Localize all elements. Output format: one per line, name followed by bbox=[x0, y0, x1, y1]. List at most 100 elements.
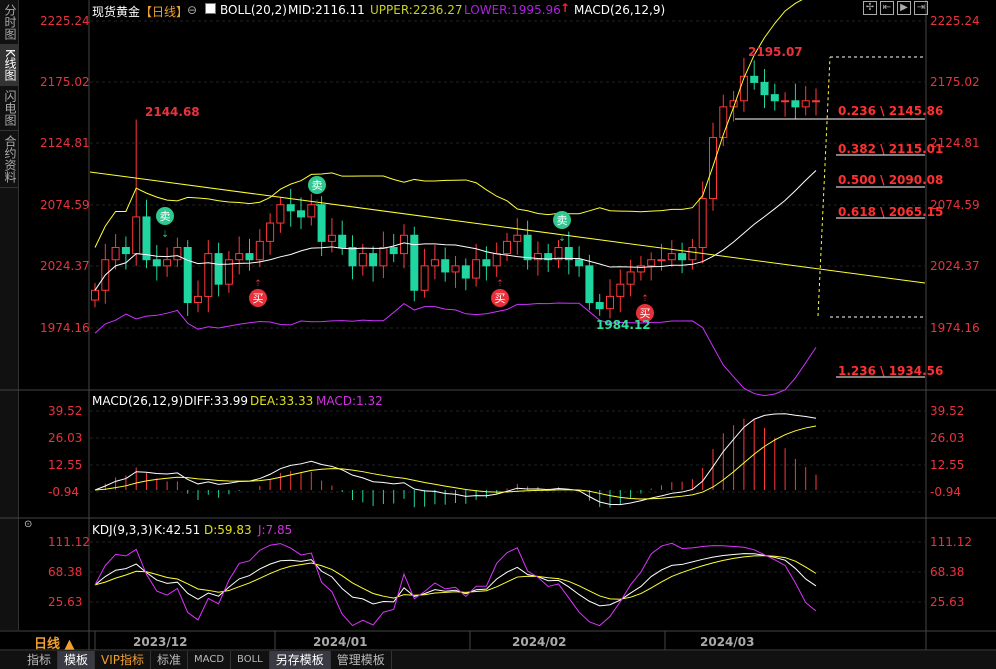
candle-up bbox=[266, 222, 275, 242]
macd-axis-label-right: -0.94 bbox=[930, 485, 962, 499]
tab-manage-templates[interactable]: 管理模板 bbox=[331, 651, 392, 669]
candle-up bbox=[173, 246, 182, 261]
candle-down bbox=[585, 265, 594, 304]
candle-up bbox=[327, 234, 336, 242]
boll-upper: UPPER:2236.27 bbox=[370, 3, 463, 17]
candle-up bbox=[358, 253, 367, 267]
candle-up bbox=[132, 216, 141, 255]
signal-arrow-icon: ⇣ bbox=[558, 234, 566, 244]
candle-up bbox=[224, 259, 233, 285]
candle-up bbox=[657, 259, 666, 262]
bottom-toolbar: 指标 模板 VIP指标 标准 MACD BOLL 另存模板 管理模板 bbox=[0, 651, 996, 669]
tab-standard[interactable]: 标准 bbox=[151, 651, 189, 669]
candle-down bbox=[142, 216, 151, 261]
kdj-d: D:59.83 bbox=[204, 523, 252, 537]
candle-down bbox=[183, 246, 192, 304]
tab-macd[interactable]: MACD bbox=[188, 651, 232, 669]
play-icon[interactable]: ▶ bbox=[897, 1, 911, 15]
candle-up bbox=[163, 259, 172, 267]
price-axis-label-left: 2024.37 bbox=[40, 259, 90, 273]
candle-up bbox=[420, 265, 429, 291]
macd-axis-label-left: 39.52 bbox=[48, 404, 83, 418]
kdj-d-line bbox=[94, 555, 817, 600]
instrument-title: 现货黄金 bbox=[92, 5, 141, 19]
candle-up bbox=[688, 246, 697, 261]
candle-down bbox=[441, 259, 450, 273]
candle-up bbox=[503, 240, 511, 255]
zoom-in-icon[interactable]: ⇤ bbox=[880, 1, 894, 15]
candle-up bbox=[719, 106, 728, 138]
sell-signal-label: 卖 bbox=[557, 214, 568, 227]
candle-down bbox=[317, 204, 326, 242]
macd-dea: DEA:33.33 bbox=[250, 394, 314, 408]
candle-down bbox=[214, 253, 223, 285]
candle-up bbox=[255, 240, 264, 261]
move-right-icon[interactable]: ⇥ bbox=[914, 1, 928, 15]
candle-down bbox=[121, 246, 130, 255]
crosshair-icon[interactable]: ✢ bbox=[863, 1, 877, 15]
tab-boll[interactable]: BOLL bbox=[231, 651, 270, 669]
candle-up bbox=[379, 246, 388, 267]
price-axis-label-right: 2175.02 bbox=[930, 75, 980, 89]
candle-up bbox=[709, 136, 717, 200]
kdj-axis-label-left: 25.63 bbox=[48, 595, 83, 609]
arrow-up-icon: ↑ bbox=[560, 1, 571, 15]
signal-arrow-icon: ⇣ bbox=[313, 199, 321, 209]
tab-indicators[interactable]: 指标 bbox=[0, 651, 59, 669]
buy-signal-label: 买 bbox=[253, 292, 264, 305]
candle-up bbox=[781, 100, 790, 103]
macd-axis-label-right: 12.55 bbox=[930, 458, 965, 472]
price-axis-label-left: 2074.59 bbox=[40, 198, 90, 212]
candle-up bbox=[812, 100, 820, 103]
period-selector[interactable]: 日线 ▲ bbox=[20, 633, 90, 652]
candle-up bbox=[739, 75, 748, 102]
candle-down bbox=[461, 265, 470, 279]
date-label: 2023/12 bbox=[133, 635, 188, 649]
macd-value: MACD:1.32 bbox=[316, 394, 383, 408]
candle-down bbox=[389, 246, 398, 255]
candle-down bbox=[564, 246, 573, 261]
candle-down bbox=[410, 234, 419, 291]
chart-icon[interactable] bbox=[205, 3, 216, 14]
candle-up bbox=[513, 234, 522, 242]
chart-canvas[interactable]: 卖⇣卖⇣卖⇣买⇡买⇡买⇡ bbox=[0, 0, 996, 669]
candle-down bbox=[595, 302, 604, 310]
tab-templates[interactable]: 模板 bbox=[58, 651, 96, 669]
tab-vip-indicators[interactable]: VIP指标 bbox=[95, 651, 152, 669]
candle-up bbox=[400, 234, 408, 255]
candle-down bbox=[286, 204, 295, 212]
boll-upper-line bbox=[94, 0, 803, 248]
candle-down bbox=[297, 210, 305, 218]
boll-lower-line bbox=[94, 302, 817, 397]
fib-level-0500: 0.500 \ 2090.08 bbox=[838, 173, 944, 187]
candle-up bbox=[667, 253, 676, 261]
candle-up bbox=[430, 259, 439, 267]
candle-up bbox=[194, 295, 202, 304]
signal-arrow-icon: ⇣ bbox=[161, 230, 169, 240]
macd-label: MACD(26,12,9) bbox=[574, 3, 666, 17]
target-icon[interactable]: ⊙ bbox=[24, 519, 32, 530]
candle-up bbox=[616, 283, 625, 297]
candle-up bbox=[204, 253, 213, 297]
macd-dea-line bbox=[94, 425, 817, 500]
kdj-panel-title: KDJ(9,3,3) bbox=[92, 523, 153, 537]
signal-arrow-icon: ⇡ bbox=[254, 279, 262, 289]
price-axis-label-left: 2175.02 bbox=[40, 75, 90, 89]
kdj-axis-label-right: 25.63 bbox=[930, 595, 965, 609]
macd-axis-label-left: 12.55 bbox=[48, 458, 83, 472]
price-axis-label-right: 2225.24 bbox=[930, 14, 980, 28]
candle-up bbox=[451, 265, 460, 273]
candle-down bbox=[760, 81, 769, 96]
settings-icon[interactable]: ⊖ bbox=[187, 3, 197, 17]
boll-mid: MID:2116.11 bbox=[288, 3, 365, 17]
kdj-j: J:7.85 bbox=[258, 523, 293, 537]
boll-label: BOLL(20,2) bbox=[220, 3, 287, 17]
candle-down bbox=[575, 259, 584, 267]
candle-up bbox=[111, 246, 120, 261]
fib-vertical bbox=[817, 56, 831, 317]
macd-diff: DIFF:33.99 bbox=[184, 394, 249, 408]
kdj-axis-label-left: 68.38 bbox=[48, 565, 83, 579]
price-axis-label-left: 1974.16 bbox=[40, 321, 90, 335]
tab-save-template[interactable]: 另存模板 bbox=[269, 651, 331, 669]
candle-down bbox=[791, 100, 800, 108]
